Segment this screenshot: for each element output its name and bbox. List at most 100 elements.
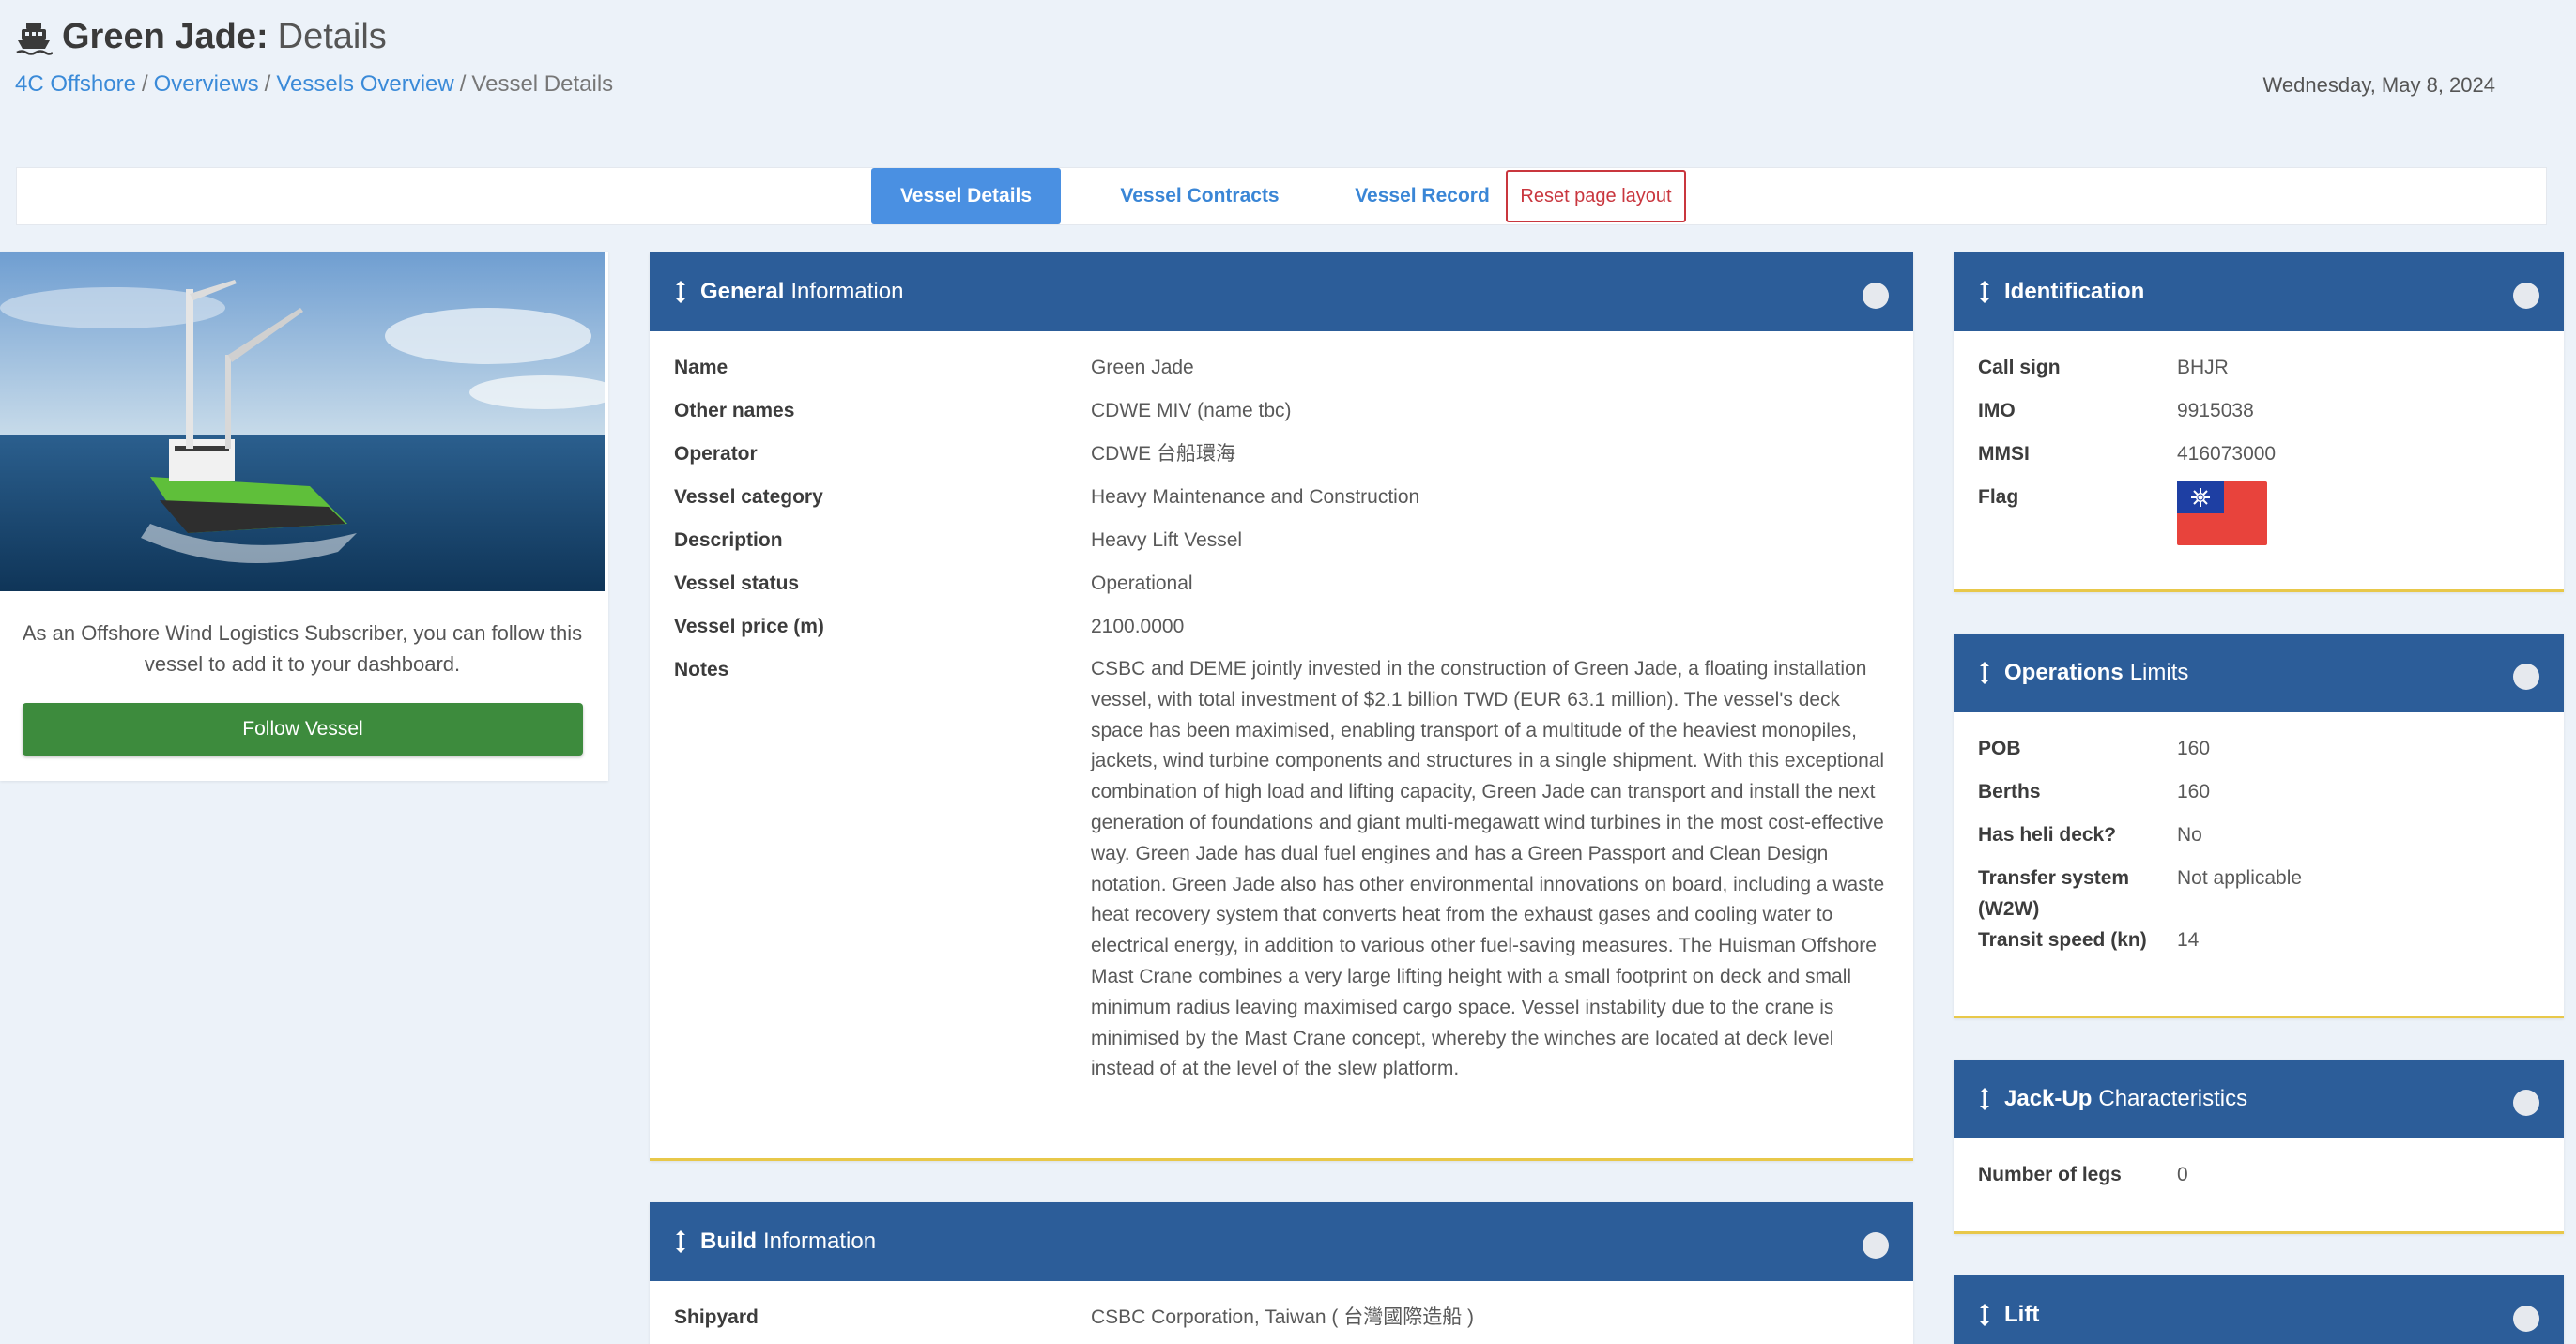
row-value: Heavy Lift Vessel	[1091, 529, 1243, 551]
build-information-panel: Build Information Shipyard CSBC Corporati…	[650, 1202, 1913, 1344]
info-row-vessel-category: Vessel category Heavy Maintenance and Con…	[674, 481, 1889, 512]
row-label: Has heli deck?	[1978, 824, 2117, 846]
row-value: 9915038	[2177, 400, 2254, 421]
operations-limits-header[interactable]: Operations Limits	[1954, 634, 2564, 712]
notes-text: CSBC and DEME jointly invested in the co…	[1091, 658, 1885, 1080]
drag-handle-icon[interactable]	[1978, 280, 1991, 304]
follow-info-text: As an Offshore Wind Logistics Subscriber…	[22, 621, 583, 676]
row-value: Heavy Maintenance and Construction	[1091, 486, 1420, 508]
page-title: Green Jade: Details	[15, 17, 387, 57]
row-label: Vessel price (m)	[674, 616, 824, 637]
info-row-vessel-price: Vessel price (m) 2100.0000	[674, 611, 1889, 642]
info-row-mmsi: MMSI 416073000	[1978, 438, 2539, 469]
flag-canton	[2177, 481, 2224, 513]
row-label: Vessel status	[674, 573, 800, 594]
reset-layout-button[interactable]: Reset page layout	[1506, 170, 1686, 222]
row-label: Call sign	[1978, 357, 2061, 378]
drag-handle-icon[interactable]	[1978, 1303, 1991, 1327]
jack-up-characteristics-rows: Number of legs 0	[1954, 1138, 2564, 1190]
breadcrumb-link-vessels-overview[interactable]: Vessels Overview	[276, 71, 453, 97]
build-information-header[interactable]: Build Information	[650, 1202, 1913, 1281]
info-row-number-of-legs: Number of legs 0	[1978, 1159, 2539, 1190]
taiwan-flag-icon	[2177, 481, 2267, 545]
collapse-toggle-icon[interactable]	[2513, 1306, 2539, 1332]
breadcrumb-separator: /	[264, 71, 271, 97]
info-row-other-names: Other names CDWE MIV (name tbc)	[674, 395, 1889, 426]
info-row-pob: POB 160	[1978, 733, 2539, 764]
title-vessel-name: Green Jade:	[62, 17, 268, 56]
drag-handle-icon[interactable]	[674, 1229, 687, 1254]
info-row-flag: Flag	[1978, 481, 2539, 545]
row-label: Description	[674, 529, 783, 551]
collapse-toggle-icon[interactable]	[2513, 283, 2539, 309]
row-value: 14	[2177, 929, 2200, 951]
info-row-operator: Operator CDWE 台船環海	[674, 438, 1889, 469]
panel-title-light: Limits	[2129, 660, 2189, 685]
row-label: Operator	[674, 443, 758, 465]
drag-handle-icon[interactable]	[1978, 1087, 1991, 1111]
vessel-photo	[0, 252, 605, 591]
row-label: Flag	[1978, 486, 2019, 508]
tab-vessel-record[interactable]: Vessel Record	[1322, 168, 1523, 224]
general-information-rows: Name Green Jade Other names CDWE MIV (name…	[650, 331, 1913, 1085]
row-label: Vessel category	[674, 486, 823, 508]
general-information-header[interactable]: General Information	[650, 252, 1913, 331]
current-date: Wednesday, May 8, 2024	[2262, 73, 2495, 97]
tab-vessel-contracts[interactable]: Vessel Contracts	[1087, 168, 1312, 224]
panel-title-light: Information	[790, 279, 904, 304]
breadcrumb-separator: /	[141, 71, 148, 97]
drag-handle-icon[interactable]	[1978, 661, 1991, 685]
info-row-transit-speed: Transit speed (kn) 14	[1978, 924, 2539, 955]
tab-vessel-details[interactable]: Vessel Details	[871, 168, 1061, 224]
info-row-description: Description Heavy Lift Vessel	[674, 525, 1889, 556]
row-label: Transit speed (kn)	[1978, 929, 2147, 951]
lift-panel: Lift	[1954, 1275, 2564, 1344]
collapse-toggle-icon[interactable]	[1863, 1232, 1889, 1259]
info-row-call-sign: Call sign BHJR	[1978, 352, 2539, 383]
follow-vessel-button[interactable]: Follow Vessel	[23, 703, 583, 756]
panel-title-bold: Build	[700, 1229, 757, 1254]
operations-limits-rows: POB 160 Berths 160 Has heli deck? No Transf…	[1954, 712, 2564, 955]
drag-handle-icon[interactable]	[674, 280, 687, 304]
jack-up-characteristics-header[interactable]: Jack-Up Characteristics	[1954, 1060, 2564, 1138]
lift-header[interactable]: Lift	[1954, 1275, 2564, 1344]
info-row-imo: IMO 9915038	[1978, 395, 2539, 426]
panel-title-light: Information	[763, 1229, 877, 1254]
row-label: Other names	[674, 400, 795, 421]
breadcrumb-current: Vessel Details	[471, 71, 614, 97]
ship-icon	[15, 19, 53, 56]
collapse-toggle-icon[interactable]	[2513, 664, 2539, 690]
row-value: 0	[2177, 1164, 2188, 1185]
vessel-image-card: As an Offshore Wind Logistics Subscriber…	[0, 252, 608, 781]
row-value: Green Jade	[1091, 357, 1194, 378]
row-value: No	[2177, 824, 2202, 846]
row-value: CSBC Corporation, Taiwan ( 台灣國際造船 )	[1091, 1306, 1475, 1328]
breadcrumb-link-overviews[interactable]: Overviews	[154, 71, 259, 97]
operations-limits-panel: Operations Limits POB 160 Berths 160 Has h…	[1954, 634, 2564, 1018]
info-row-berths: Berths 160	[1978, 776, 2539, 807]
row-label: Transfer system (W2W)	[1978, 867, 2130, 920]
row-label: Number of legs	[1978, 1164, 2122, 1185]
panel-title-bold: Jack-Up	[2004, 1086, 2093, 1111]
row-value: Operational	[1091, 573, 1193, 594]
row-label: Shipyard	[674, 1306, 759, 1328]
panel-title-bold: Operations	[2004, 660, 2124, 685]
breadcrumb: 4C Offshore / Overviews / Vessels Overview / V…	[15, 71, 613, 98]
identification-header[interactable]: Identification	[1954, 252, 2564, 331]
build-information-rows: Shipyard CSBC Corporation, Taiwan ( 台灣國際造…	[650, 1281, 1913, 1333]
row-label: Berths	[1978, 781, 2041, 802]
collapse-toggle-icon[interactable]	[1863, 283, 1889, 309]
row-value: 160	[2177, 781, 2211, 802]
row-label: Notes	[674, 659, 729, 680]
panel-title-bold: Identification	[2004, 279, 2145, 304]
breadcrumb-separator: /	[459, 71, 467, 97]
title-page-label: Details	[277, 17, 387, 56]
row-label: MMSI	[1978, 443, 2030, 465]
tab-bar: Vessel Details Vessel Contracts Vessel R…	[16, 167, 2547, 225]
info-row-heli-deck: Has heli deck? No	[1978, 819, 2539, 850]
breadcrumb-link-4c-offshore[interactable]: 4C Offshore	[15, 71, 136, 97]
info-row-notes: Notes CSBC and DEME jointly invested in t…	[674, 654, 1889, 1085]
row-value: BHJR	[2177, 357, 2229, 378]
panel-title-bold: Lift	[2004, 1302, 2040, 1327]
collapse-toggle-icon[interactable]	[2513, 1090, 2539, 1116]
